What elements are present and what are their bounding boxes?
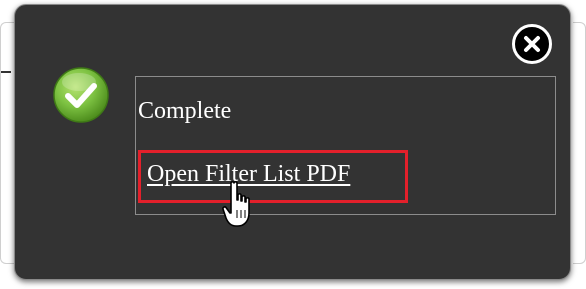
open-filter-list-pdf-link[interactable]: Open Filter List PDF (147, 159, 350, 189)
check-circle-icon (53, 67, 109, 123)
background-window-edge-right (573, 22, 586, 264)
close-icon (524, 36, 540, 52)
background-tick (1, 71, 11, 73)
close-button[interactable] (512, 24, 552, 64)
status-label: Complete (138, 98, 232, 124)
background-window-edge-left (0, 22, 15, 264)
